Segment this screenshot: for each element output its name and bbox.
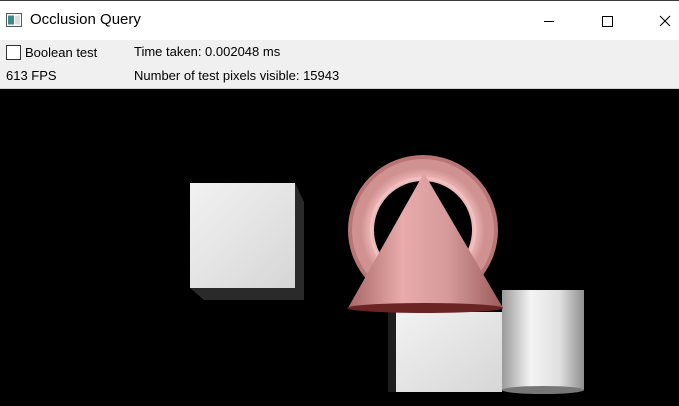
window-title: Occlusion Query (30, 11, 141, 28)
minimize-icon (544, 21, 554, 22)
boolean-test-checkbox-control[interactable]: Boolean test (6, 44, 97, 60)
fps-counter: 613 FPS (6, 68, 57, 83)
close-button[interactable] (642, 1, 679, 41)
boolean-test-label[interactable]: Boolean test (25, 45, 97, 60)
cylinder (502, 290, 584, 394)
title-bar[interactable]: Occlusion Query (0, 0, 679, 40)
visible-pixels-text: Number of test pixels visible: 15943 (134, 68, 340, 83)
minimize-button[interactable] (526, 1, 572, 41)
app-window-icon (6, 12, 22, 28)
cube-left (190, 183, 304, 300)
boolean-test-checkbox[interactable] (6, 44, 21, 60)
time-taken-text: Time taken: 0.002048 ms (134, 44, 281, 59)
maximize-icon (602, 16, 613, 27)
3d-scene (190, 155, 584, 394)
cube-right (388, 312, 502, 392)
close-icon (659, 15, 671, 27)
maximize-button[interactable] (584, 1, 630, 41)
control-panel: Boolean test Time taken: 0.002048 ms 613… (0, 40, 679, 89)
render-viewport[interactable] (0, 90, 679, 406)
